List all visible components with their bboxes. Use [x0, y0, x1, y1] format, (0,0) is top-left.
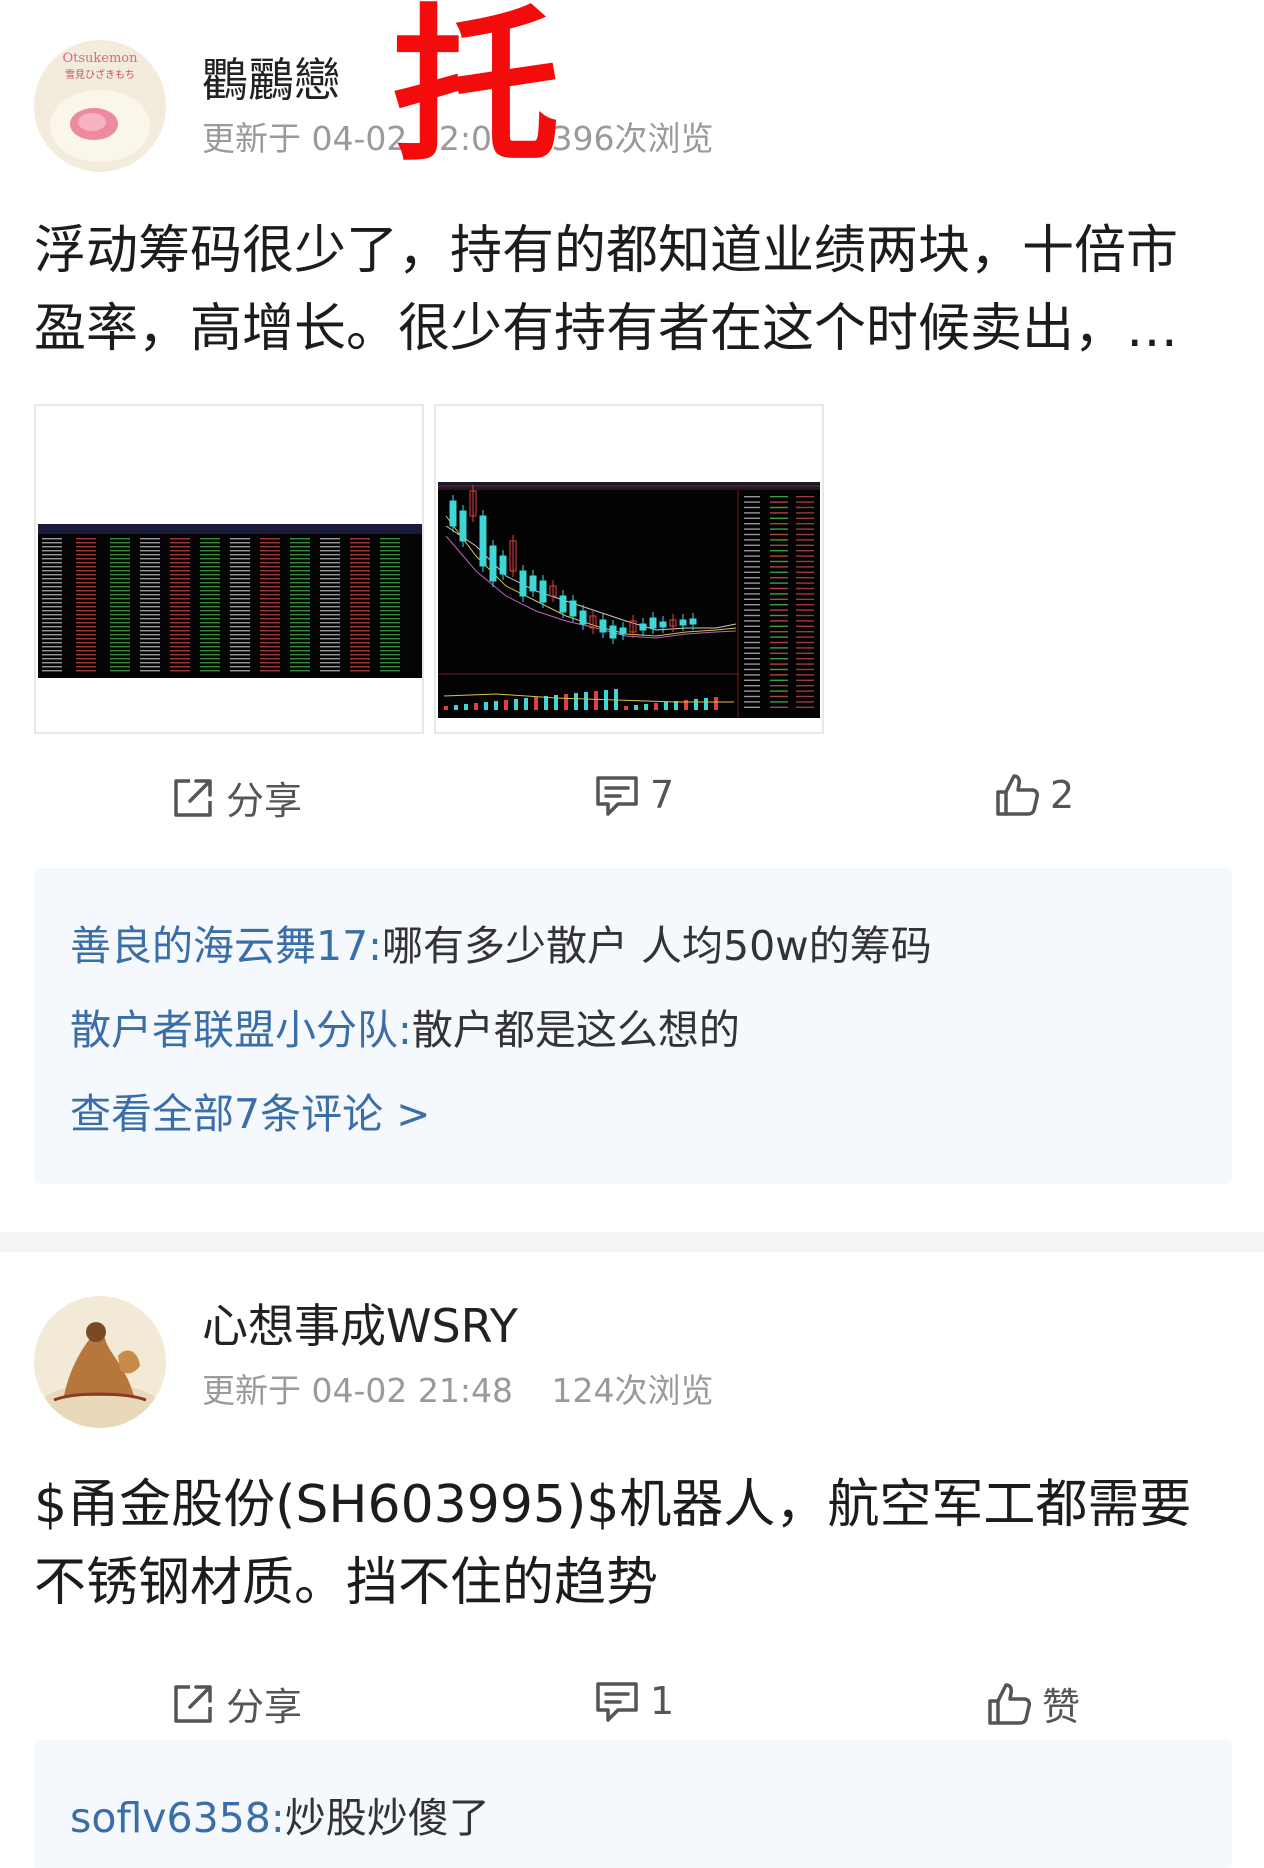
like-label: 赞	[1042, 1685, 1081, 1729]
comment-author[interactable]: 善良的海云舞17:	[70, 922, 382, 970]
post-actions: 分享 7 2	[0, 770, 1264, 840]
content-line: 不锈钢材质。挡不住的趋势	[34, 1553, 659, 1613]
comment-text: 炒股炒傻了	[284, 1794, 490, 1842]
share-icon	[174, 778, 212, 817]
comment-item[interactable]: 散户者联盟小分队:散户都是这么想的	[70, 996, 740, 1056]
comment-count: 1	[650, 1679, 675, 1723]
svg-text:雪見ひざきもち: 雪見ひざきもち	[65, 68, 135, 81]
like-button[interactable]: 2	[992, 770, 1074, 820]
comment-icon	[596, 776, 638, 816]
post-card: 心想事成WSRY 更新于 04-02 21:48 124次浏览 $甬金股份(SH…	[0, 1252, 1264, 1868]
content-line: 浮动筹码很少了，持有的都知道业绩两块，十倍市	[34, 221, 1179, 281]
post-actions: 分享 1 赞	[0, 1676, 1264, 1746]
share-label: 分享	[226, 1685, 303, 1729]
post-content[interactable]: $甬金股份(SH603995)$机器人，航空军工都需要 不锈钢材质。挡不住的趋势	[34, 1466, 1230, 1622]
username[interactable]: 鸜鸝戀	[202, 44, 340, 110]
share-button[interactable]: 分享	[168, 1676, 302, 1731]
view-count: 124次浏览	[551, 1371, 714, 1410]
comment-text: 哪有多少散户 人均50w的筹码	[381, 922, 932, 970]
comment-author[interactable]: 散户者联盟小分队:	[70, 1006, 412, 1054]
view-all-comments-link[interactable]: 查看全部7条评论 >	[70, 1080, 430, 1140]
comment-count: 7	[650, 773, 675, 817]
comment-text: 散户都是这么想的	[411, 1006, 740, 1054]
share-label: 分享	[226, 779, 303, 823]
content-line: 盈率，高增长。很少有持有者在这个时候卖出，…	[34, 299, 1179, 359]
comment-button[interactable]: 7	[592, 770, 674, 820]
user-avatar[interactable]: Otsukemon 雪見ひざきもち	[34, 40, 166, 172]
username[interactable]: 心想事成WSRY	[202, 1290, 518, 1356]
view-count: 396次浏览	[551, 119, 714, 158]
post-card: Otsukemon 雪見ひざきもち 鸜鸝戀 更新于 04-02 22:08 39…	[0, 0, 1264, 1232]
user-avatar[interactable]	[34, 1296, 166, 1428]
image-thumbnail-kline-chart[interactable]	[434, 404, 824, 734]
like-button[interactable]: 赞	[984, 1676, 1080, 1731]
thumbs-up-icon	[996, 774, 1039, 816]
post-meta: 更新于 04-02 21:48 124次浏览	[202, 1364, 713, 1412]
content-line: $甬金股份(SH603995)$机器人，航空军工都需要	[34, 1475, 1192, 1535]
comment-author[interactable]: soflv6358:	[70, 1794, 285, 1842]
comment-preview-box: 善良的海云舞17:哪有多少散户 人均50w的筹码 散户者联盟小分队:散户都是这么…	[34, 868, 1232, 1184]
share-icon	[174, 1684, 212, 1723]
image-thumbnail-quote-table[interactable]	[34, 404, 430, 734]
svg-text:Otsukemon: Otsukemon	[62, 51, 138, 66]
post-content[interactable]: 浮动筹码很少了，持有的都知道业绩两块，十倍市 盈率，高增长。很少有持有者在这个时…	[34, 212, 1230, 368]
thumbs-up-icon	[988, 1682, 1031, 1725]
comment-preview-box: soflv6358:炒股炒傻了	[34, 1740, 1232, 1868]
share-button[interactable]: 分享	[168, 770, 302, 825]
comment-icon	[596, 1682, 638, 1722]
post-separator	[0, 1232, 1264, 1252]
comment-item[interactable]: 善良的海云舞17:哪有多少散户 人均50w的筹码	[70, 912, 932, 972]
stamp-annotation: 托	[392, 0, 560, 185]
like-count: 2	[1050, 773, 1075, 817]
update-time: 更新于 04-02 21:48	[202, 1371, 513, 1410]
comment-button[interactable]: 1	[592, 1676, 674, 1726]
comment-item[interactable]: soflv6358:炒股炒傻了	[70, 1784, 490, 1844]
